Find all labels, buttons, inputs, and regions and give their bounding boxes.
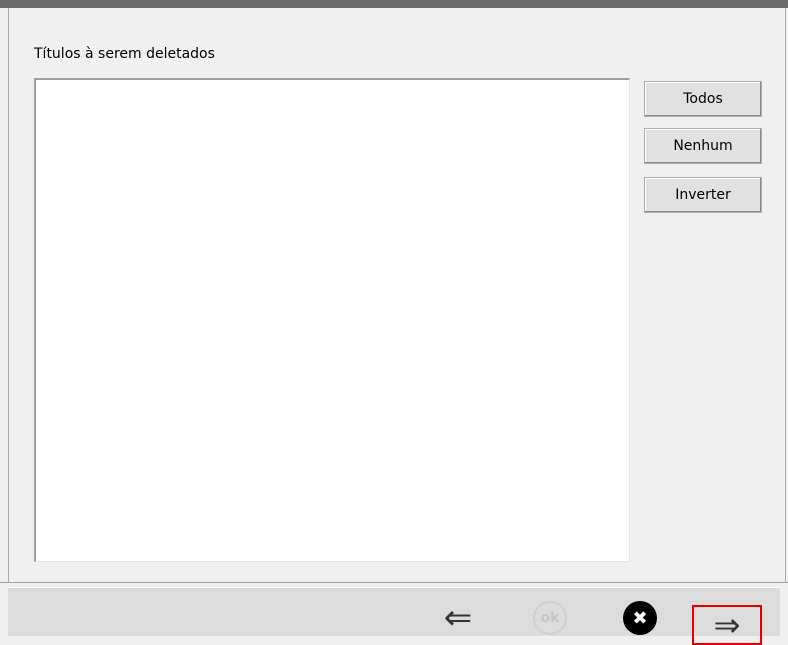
- window-top-edge: [0, 0, 788, 8]
- list-label: Títulos à serem deletados: [34, 46, 215, 62]
- next-button[interactable]: ⇒: [692, 605, 762, 645]
- back-button[interactable]: ⇐: [432, 596, 484, 640]
- cancel-button[interactable]: ✖: [616, 596, 664, 640]
- select-all-button[interactable]: Todos: [644, 81, 762, 117]
- ok-label: ok: [540, 610, 560, 626]
- next-arrow-icon: ⇒: [713, 606, 741, 644]
- cancel-icon: ✖: [623, 601, 657, 635]
- footer-bar: [8, 587, 780, 636]
- invert-selection-button[interactable]: Inverter: [644, 177, 762, 213]
- titles-listbox[interactable]: [34, 78, 630, 562]
- back-arrow-icon: ⇐: [443, 598, 473, 638]
- wizard-footer: [0, 582, 788, 645]
- ok-icon: ok: [533, 601, 567, 635]
- ok-button[interactable]: ok: [526, 596, 574, 640]
- select-none-button[interactable]: Nenhum: [644, 128, 762, 164]
